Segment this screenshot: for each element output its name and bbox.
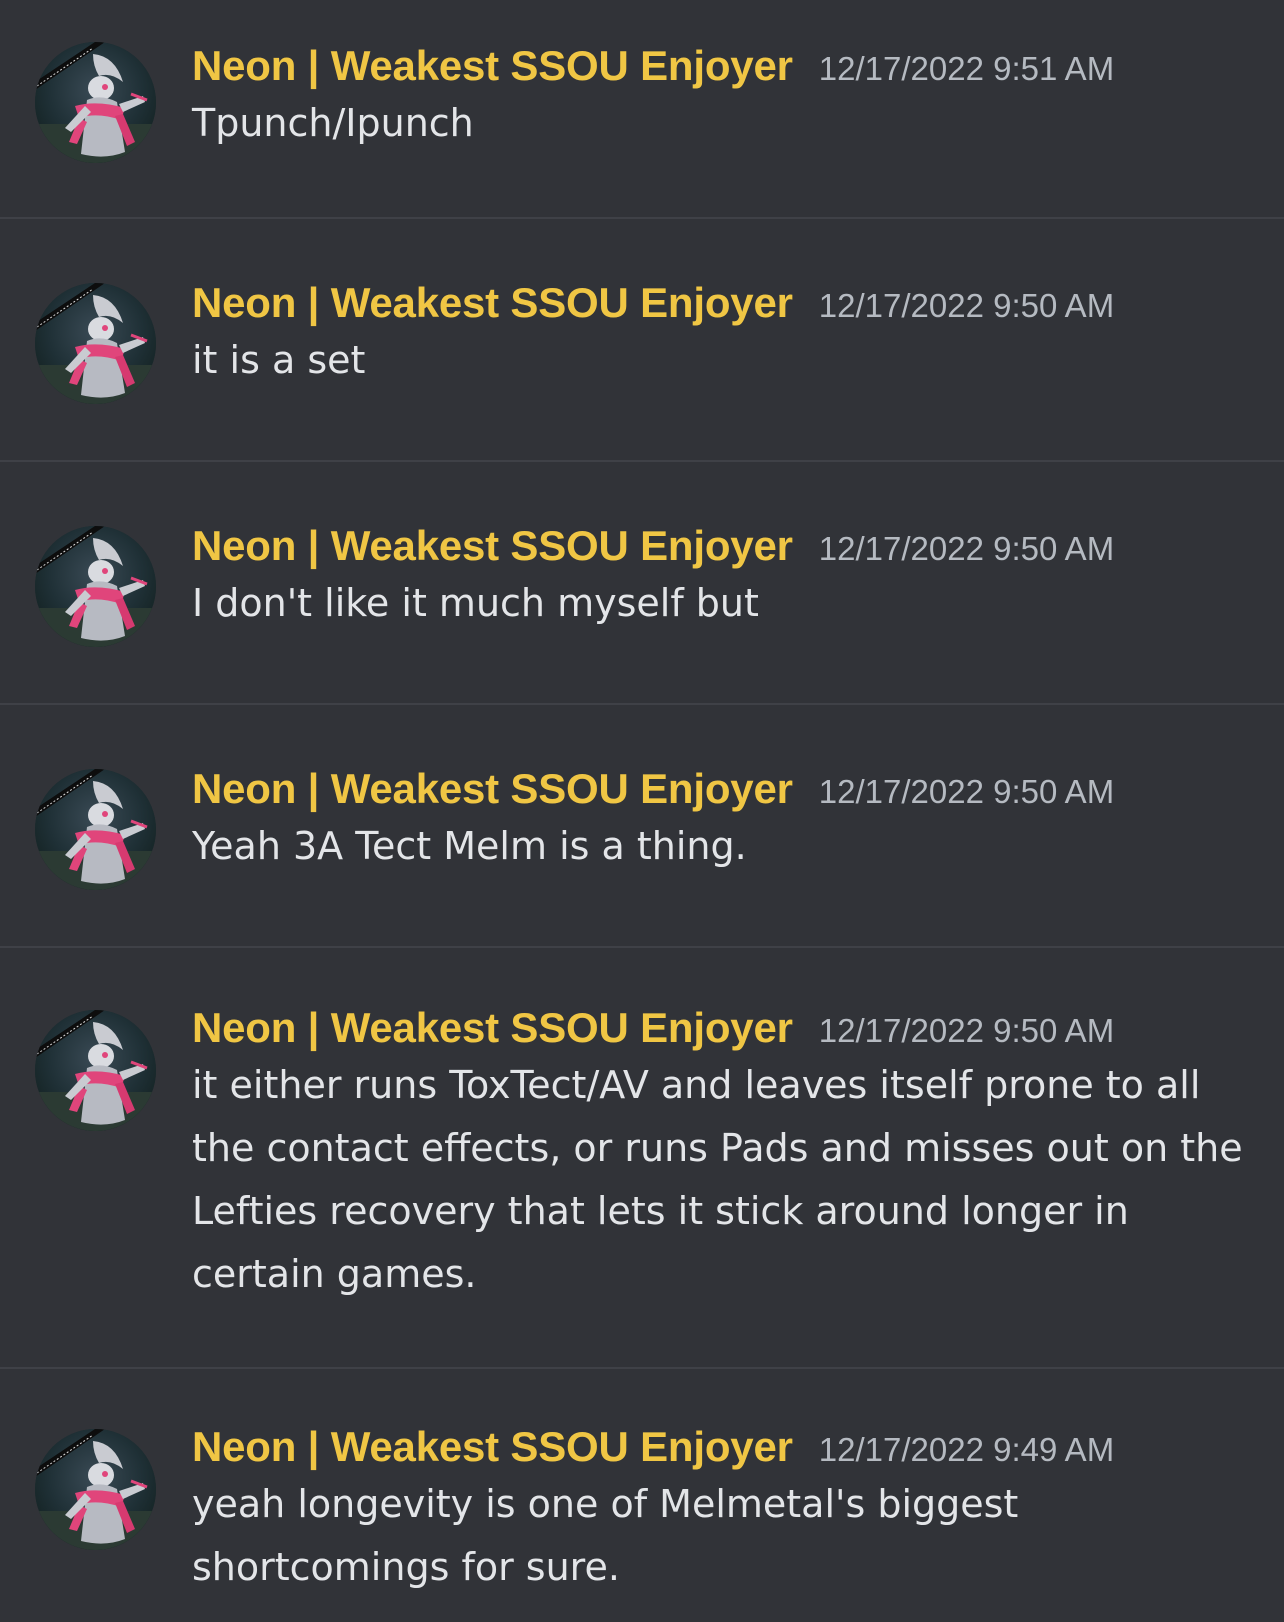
user-avatar[interactable] xyxy=(35,526,156,647)
message-text: it is a set xyxy=(192,338,366,382)
user-avatar[interactable] xyxy=(35,283,156,404)
message-item[interactable]: Neon | Weakest SSOU Enjoyer 12/17/2022 9… xyxy=(0,1369,1284,1622)
gardevoir-avatar-icon xyxy=(35,1429,156,1550)
message-item[interactable]: Neon | Weakest SSOU Enjoyer 12/17/2022 9… xyxy=(0,0,1284,219)
message-text: yeah longevity is one of Melmetal's bigg… xyxy=(192,1482,1019,1589)
gardevoir-avatar-icon xyxy=(35,42,156,163)
gardevoir-avatar-icon xyxy=(35,1010,156,1131)
message-timestamp: 12/17/2022 9:51 AM xyxy=(818,50,1115,87)
message-header: Neon | Weakest SSOU Enjoyer 12/17/2022 9… xyxy=(192,522,1244,570)
message-timestamp: 12/17/2022 9:50 AM xyxy=(818,1012,1115,1049)
message-text: I don't like it much myself but xyxy=(192,581,759,625)
user-avatar[interactable] xyxy=(35,1429,156,1550)
gardevoir-avatar-icon xyxy=(35,769,156,890)
user-avatar[interactable] xyxy=(35,769,156,890)
message-header: Neon | Weakest SSOU Enjoyer 12/17/2022 9… xyxy=(192,279,1244,327)
author-name[interactable]: Neon | Weakest SSOU Enjoyer xyxy=(192,522,793,570)
user-avatar[interactable] xyxy=(35,1010,156,1131)
message-text: Tpunch/Ipunch xyxy=(192,101,474,145)
gardevoir-avatar-icon xyxy=(35,526,156,647)
message-item[interactable]: Neon | Weakest SSOU Enjoyer 12/17/2022 9… xyxy=(0,219,1284,462)
message-item[interactable]: Neon | Weakest SSOU Enjoyer 12/17/2022 9… xyxy=(0,705,1284,948)
author-name[interactable]: Neon | Weakest SSOU Enjoyer xyxy=(192,279,793,327)
message-feed[interactable]: Neon | Weakest SSOU Enjoyer 12/17/2022 9… xyxy=(0,0,1284,1622)
message-header: Neon | Weakest SSOU Enjoyer 12/17/2022 9… xyxy=(192,765,1244,813)
author-name[interactable]: Neon | Weakest SSOU Enjoyer xyxy=(192,42,793,90)
message-text: Yeah 3A Tect Melm is a thing. xyxy=(192,824,747,868)
message-timestamp: 12/17/2022 9:50 AM xyxy=(818,530,1115,567)
author-name[interactable]: Neon | Weakest SSOU Enjoyer xyxy=(192,765,793,813)
message-item[interactable]: Neon | Weakest SSOU Enjoyer 12/17/2022 9… xyxy=(0,948,1284,1369)
message-header: Neon | Weakest SSOU Enjoyer 12/17/2022 9… xyxy=(192,42,1244,90)
gardevoir-avatar-icon xyxy=(35,283,156,404)
author-name[interactable]: Neon | Weakest SSOU Enjoyer xyxy=(192,1004,793,1052)
user-avatar[interactable] xyxy=(35,42,156,163)
message-timestamp: 12/17/2022 9:50 AM xyxy=(818,287,1115,324)
message-timestamp: 12/17/2022 9:49 AM xyxy=(818,1431,1115,1468)
message-header: Neon | Weakest SSOU Enjoyer 12/17/2022 9… xyxy=(192,1004,1244,1052)
message-text: it either runs ToxTect/AV and leaves its… xyxy=(192,1063,1243,1296)
message-header: Neon | Weakest SSOU Enjoyer 12/17/2022 9… xyxy=(192,1423,1244,1471)
author-name[interactable]: Neon | Weakest SSOU Enjoyer xyxy=(192,1423,793,1471)
message-timestamp: 12/17/2022 9:50 AM xyxy=(818,773,1115,810)
message-item[interactable]: Neon | Weakest SSOU Enjoyer 12/17/2022 9… xyxy=(0,462,1284,705)
